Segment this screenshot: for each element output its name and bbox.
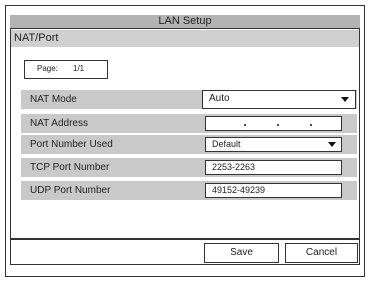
tcp-port-number-label: TCP Port Number — [30, 162, 110, 173]
chevron-down-icon — [341, 97, 349, 102]
nat-address-field[interactable]: . . . — [205, 116, 342, 131]
udp-port-number-value: 49152-49239 — [212, 185, 266, 195]
udp-port-number-label: UDP Port Number — [30, 185, 111, 196]
window-title: LAN Setup — [10, 15, 360, 28]
ip-separator-dot — [310, 124, 312, 126]
cancel-button[interactable]: Cancel — [285, 243, 358, 263]
save-button[interactable]: Save — [204, 243, 279, 263]
ip-separator-dot — [277, 124, 279, 126]
port-number-used-value: Default — [212, 139, 241, 149]
nat-address-value: . . . — [206, 117, 207, 118]
dialog-divider — [11, 238, 359, 240]
port-number-used-label: Port Number Used — [30, 139, 113, 150]
port-number-used-select[interactable]: Default — [205, 137, 342, 152]
udp-port-number-field[interactable]: 49152-49239 — [205, 183, 342, 198]
page-value: 1/1 — [73, 64, 85, 73]
nat-address-label: NAT Address — [30, 118, 88, 129]
page-indicator[interactable]: Page: 1/1 — [24, 60, 108, 79]
ip-separator-dot — [244, 124, 246, 126]
page-label: Page: — [37, 64, 58, 73]
nat-mode-select[interactable]: Auto — [202, 90, 356, 109]
tcp-port-number-value: 2253-2263 — [212, 162, 256, 172]
section-title: NAT/Port — [11, 30, 359, 47]
chevron-down-icon — [328, 142, 336, 147]
tcp-port-number-field[interactable]: 2253-2263 — [205, 160, 342, 175]
nat-mode-label: NAT Mode — [30, 94, 77, 105]
nat-mode-value: Auto — [209, 93, 230, 104]
